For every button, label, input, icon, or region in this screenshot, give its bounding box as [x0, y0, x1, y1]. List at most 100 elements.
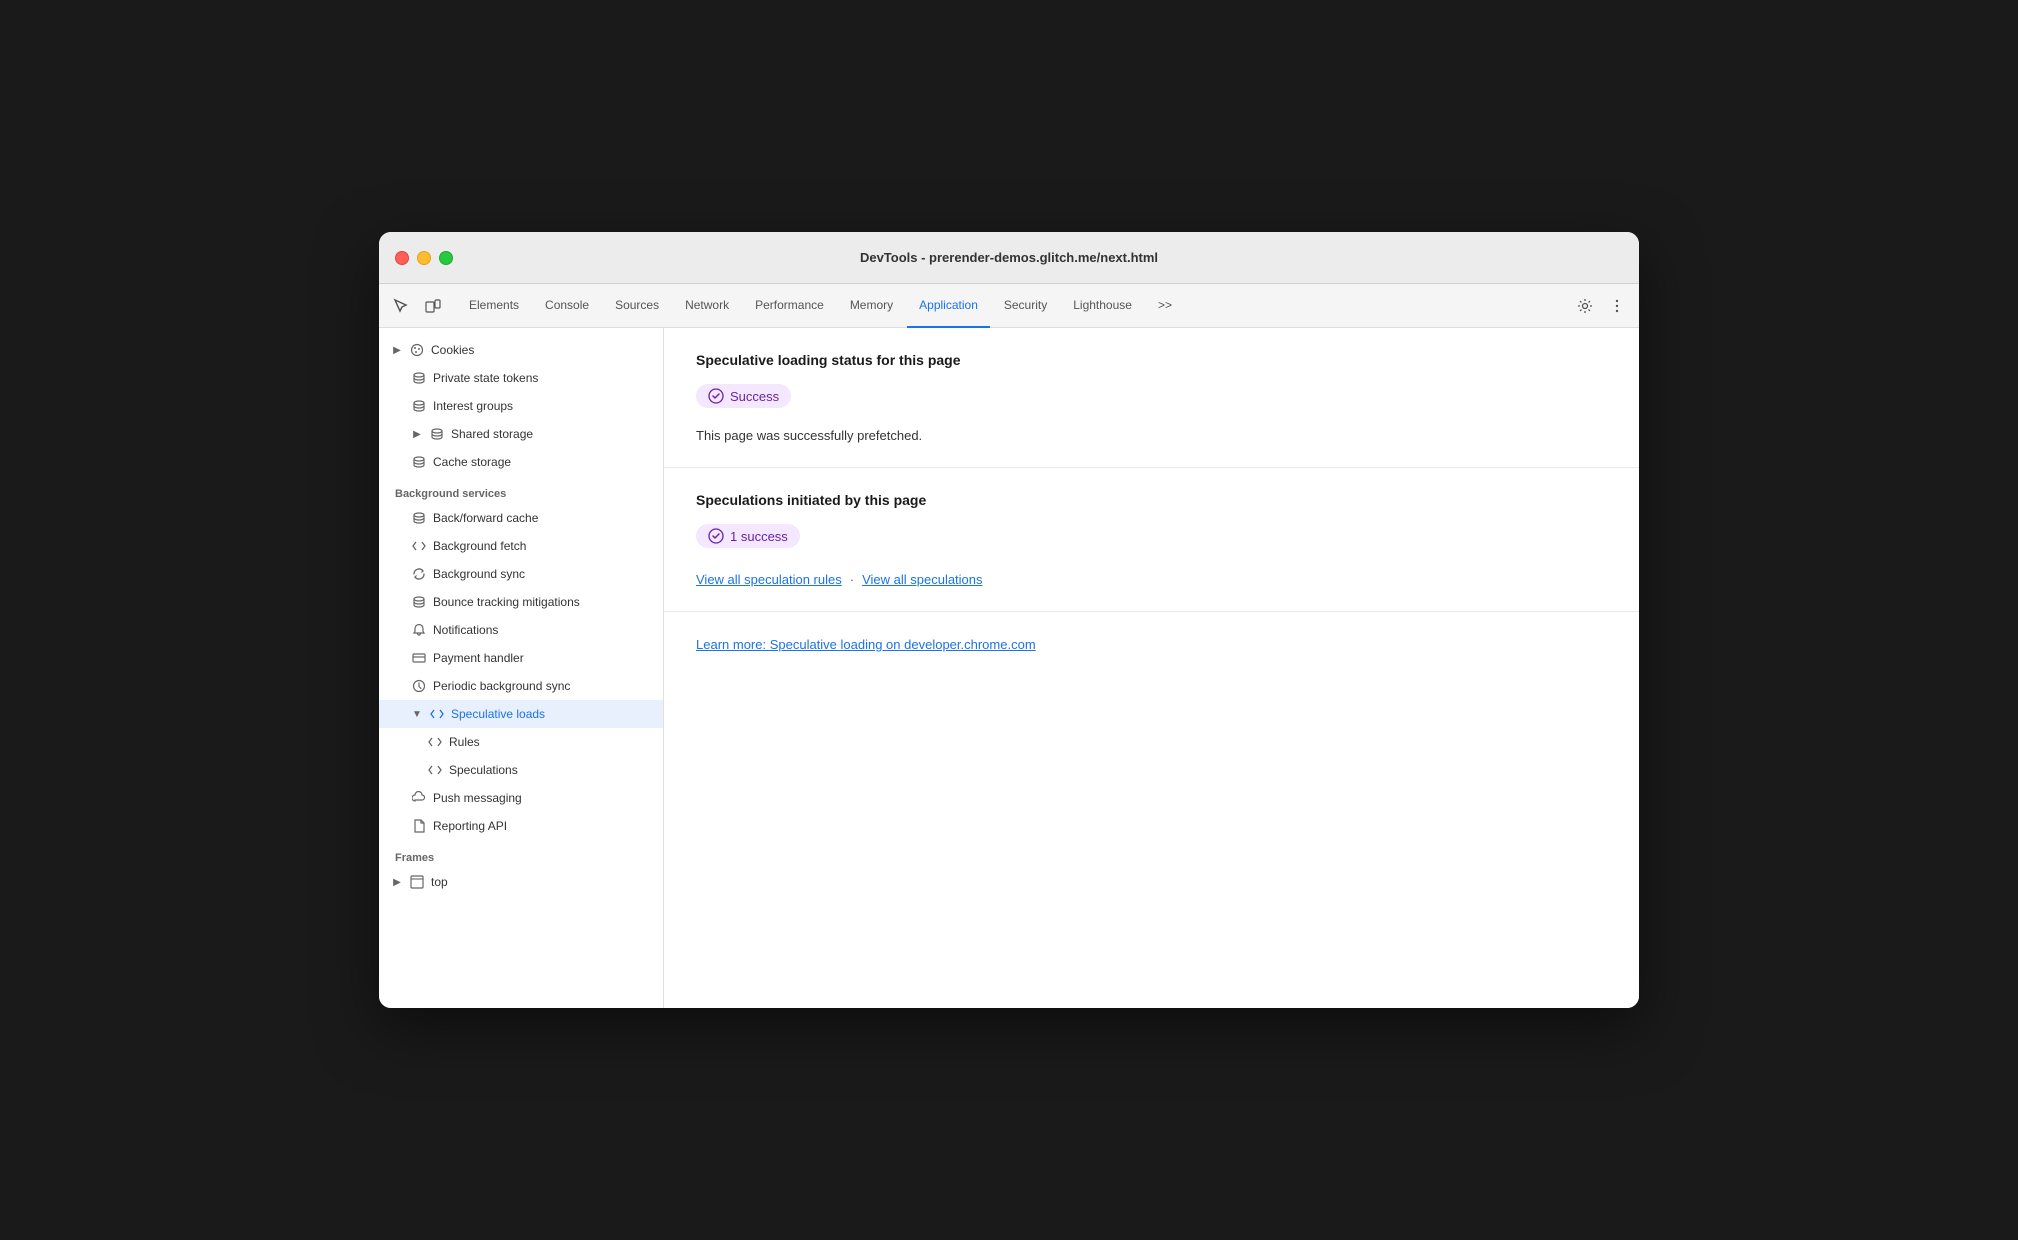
sidebar-item-top-frame[interactable]: ▶ top: [379, 868, 663, 896]
sidebar-label-interest-groups: Interest groups: [433, 399, 513, 413]
close-button[interactable]: [395, 251, 409, 265]
expand-icon-shared: ▶: [411, 428, 423, 440]
cloud-icon: [411, 790, 427, 806]
view-speculation-rules-link[interactable]: View all speculation rules: [696, 572, 842, 587]
tab-lighthouse[interactable]: Lighthouse: [1061, 284, 1144, 328]
sidebar-label-push-messaging: Push messaging: [433, 791, 522, 805]
tab-performance[interactable]: Performance: [743, 284, 836, 328]
tab-application[interactable]: Application: [907, 284, 990, 328]
loading-status-section: Speculative loading status for this page…: [664, 328, 1639, 468]
clock-icon: [411, 678, 427, 694]
sidebar-item-speculations[interactable]: Speculations: [379, 756, 663, 784]
check-circle-icon: [708, 388, 724, 404]
tab-security[interactable]: Security: [992, 284, 1059, 328]
sidebar-item-speculative-loads[interactable]: ▼ Speculative loads: [379, 700, 663, 728]
tab-more[interactable]: >>: [1146, 284, 1184, 328]
speculations-title: Speculations initiated by this page: [696, 492, 1607, 508]
separator: ·: [850, 572, 854, 587]
sidebar-item-cookies[interactable]: ▶ Cookies: [379, 336, 663, 364]
collapse-icon: ▼: [411, 708, 423, 720]
devtools-toolbar: Elements Console Sources Network Perform…: [379, 284, 1639, 328]
check-circle-icon-2: [708, 528, 724, 544]
sidebar-item-private-state-tokens[interactable]: Private state tokens: [379, 364, 663, 392]
sidebar-label-bg-fetch: Background fetch: [433, 539, 526, 553]
minimize-button[interactable]: [417, 251, 431, 265]
inspect-icon[interactable]: [387, 292, 415, 320]
sidebar-item-reporting-api[interactable]: Reporting API: [379, 812, 663, 840]
success-badge: Success: [696, 384, 791, 408]
main-layout: ▶ Cookies: [379, 328, 1639, 1008]
learn-more-link[interactable]: Learn more: Speculative loading on devel…: [696, 637, 1036, 652]
frame-icon: [409, 874, 425, 890]
tab-elements[interactable]: Elements: [457, 284, 531, 328]
bg-services-label: Background services: [379, 476, 663, 504]
sidebar-label-speculations: Speculations: [449, 763, 518, 777]
sidebar-item-payment[interactable]: Payment handler: [379, 644, 663, 672]
sidebar-label-top: top: [431, 875, 448, 889]
sidebar-item-shared-storage[interactable]: ▶ Shared storage: [379, 420, 663, 448]
speculation-links: View all speculation rules · View all sp…: [696, 572, 1607, 587]
db-icon-3: [429, 426, 445, 442]
sidebar-item-bounce-tracking[interactable]: Bounce tracking mitigations: [379, 588, 663, 616]
sidebar-item-bfcache[interactable]: Back/forward cache: [379, 504, 663, 532]
sidebar-label-rules: Rules: [449, 735, 480, 749]
tab-sources[interactable]: Sources: [603, 284, 671, 328]
badge-label: Success: [730, 389, 779, 404]
speculations-badge-label: 1 success: [730, 529, 788, 544]
sidebar-item-notifications[interactable]: Notifications: [379, 616, 663, 644]
sidebar-item-bg-fetch[interactable]: Background fetch: [379, 532, 663, 560]
tab-memory[interactable]: Memory: [838, 284, 905, 328]
db-icon-5: [411, 594, 427, 610]
sidebar-label-payment: Payment handler: [433, 651, 524, 665]
sidebar-item-rules[interactable]: Rules: [379, 728, 663, 756]
sidebar-label-periodic-sync: Periodic background sync: [433, 679, 570, 693]
device-toggle-icon[interactable]: [419, 292, 447, 320]
sidebar-label-private-state: Private state tokens: [433, 371, 538, 385]
settings-icon[interactable]: [1571, 292, 1599, 320]
sidebar-item-bg-sync[interactable]: Background sync: [379, 560, 663, 588]
sidebar-label-cache-storage: Cache storage: [433, 455, 511, 469]
window-title: DevTools - prerender-demos.glitch.me/nex…: [860, 250, 1158, 265]
doc-icon: [411, 818, 427, 834]
sidebar-item-periodic-sync[interactable]: Periodic background sync: [379, 672, 663, 700]
sidebar-label-speculative: Speculative loads: [451, 707, 545, 721]
tab-network[interactable]: Network: [673, 284, 741, 328]
speculations-section: Speculations initiated by this page 1 su…: [664, 468, 1639, 612]
sidebar-label-reporting-api: Reporting API: [433, 819, 507, 833]
sidebar-label-bg-sync: Background sync: [433, 567, 525, 581]
tab-console[interactable]: Console: [533, 284, 601, 328]
sidebar-label-bfcache: Back/forward cache: [433, 511, 538, 525]
expand-icon: ▶: [391, 344, 403, 356]
more-options-icon[interactable]: [1603, 292, 1631, 320]
learn-more-section: Learn more: Speculative loading on devel…: [664, 612, 1639, 678]
db-icon-2: [411, 398, 427, 414]
card-icon: [411, 650, 427, 666]
view-all-speculations-link[interactable]: View all speculations: [862, 572, 982, 587]
toolbar-icon-group: [387, 292, 447, 320]
db-icon-1: [411, 370, 427, 386]
speculations-badge: 1 success: [696, 524, 800, 548]
toolbar-right: [1571, 292, 1631, 320]
rules-icon: [427, 734, 443, 750]
speculations-icon: [427, 762, 443, 778]
maximize-button[interactable]: [439, 251, 453, 265]
db-icon-4: [411, 454, 427, 470]
sidebar-item-cache-storage[interactable]: Cache storage: [379, 448, 663, 476]
title-bar: DevTools - prerender-demos.glitch.me/nex…: [379, 232, 1639, 284]
sidebar-label-cookies: Cookies: [431, 343, 474, 357]
sync-icon: [411, 566, 427, 582]
sidebar-item-push-messaging[interactable]: Push messaging: [379, 784, 663, 812]
loading-status-title: Speculative loading status for this page: [696, 352, 1607, 368]
speculative-icon: [429, 706, 445, 722]
sidebar-item-interest-groups[interactable]: Interest groups: [379, 392, 663, 420]
frames-label: Frames: [379, 840, 663, 868]
cookie-icon: [409, 342, 425, 358]
sidebar-label-bounce: Bounce tracking mitigations: [433, 595, 580, 609]
expand-frame-icon: ▶: [391, 876, 403, 888]
sidebar: ▶ Cookies: [379, 328, 664, 1008]
bell-icon: [411, 622, 427, 638]
content-area: Speculative loading status for this page…: [664, 328, 1639, 1008]
arrows-icon-1: [411, 538, 427, 554]
sidebar-label-shared-storage: Shared storage: [451, 427, 533, 441]
traffic-lights: [395, 251, 453, 265]
